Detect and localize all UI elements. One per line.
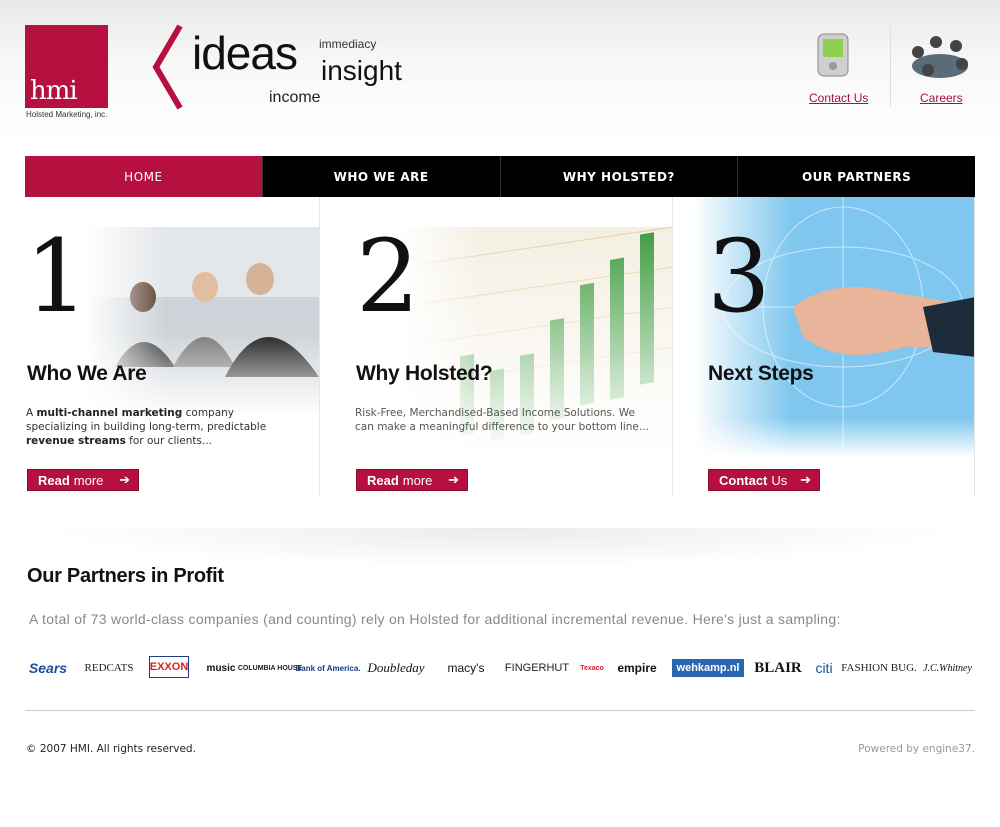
arrow-right-icon: ➔ xyxy=(448,472,459,487)
partner-logo-citi: citi xyxy=(815,660,833,676)
tagline-insight: insight xyxy=(321,55,402,86)
partner-logo-sears: Sears xyxy=(28,660,68,676)
feature-number: 3 xyxy=(707,218,771,335)
header-divider xyxy=(890,28,891,106)
partner-logo-columbia-house: COLUMBIA HOUSE xyxy=(237,664,303,672)
powered-by-link[interactable]: Powered by engine37. xyxy=(858,743,975,755)
partner-logo-blair: BLAIR xyxy=(754,659,802,676)
feature-description: Risk-Free, Merchandised-Based Income Sol… xyxy=(355,407,649,433)
logo-text: hmi xyxy=(30,76,78,106)
nav-our-partners[interactable]: OUR PARTNERS xyxy=(737,156,975,197)
main-nav: HOME WHO WE ARE WHY HOLSTED? OUR PARTNER… xyxy=(25,156,975,197)
chevron-left-icon xyxy=(152,24,183,110)
arrow-right-icon: ➔ xyxy=(800,472,811,487)
partner-logo-row: Sears REDCATS EXXON music COLUMBIA HOUSE… xyxy=(25,652,975,686)
tagline-immediacy: immediacy xyxy=(319,37,377,51)
partner-logo-texaco: Texaco xyxy=(580,664,604,672)
read-more-button[interactable]: Read more ➔ xyxy=(356,469,468,491)
careers-link[interactable]: Careers xyxy=(920,91,963,105)
contact-us-button[interactable]: Contact Us ➔ xyxy=(708,469,820,491)
contact-us-link[interactable]: Contact Us xyxy=(809,91,868,105)
feature-who-we-are: 1 Who We Are A multi-channel marketing c… xyxy=(25,197,319,497)
partner-logo-exxon: EXXON xyxy=(149,656,189,678)
partner-logo-macys: macy's xyxy=(447,661,485,675)
feature-number: 1 xyxy=(25,218,89,335)
arrow-right-icon: ➔ xyxy=(119,472,130,487)
nav-who-we-are[interactable]: WHO WE ARE xyxy=(261,156,500,197)
tagline-ideas: ideas xyxy=(192,27,298,79)
footer-divider xyxy=(25,710,975,711)
partner-logo-empire: empire xyxy=(617,661,657,675)
feature-title: Next Steps xyxy=(708,362,814,385)
feature-next-steps: 3 Next Steps Contact Us ➔ xyxy=(672,197,975,497)
business-meeting-image xyxy=(85,227,319,417)
section-shadow xyxy=(40,528,960,568)
careers-icon[interactable] xyxy=(906,32,974,84)
nav-why-holsted[interactable]: WHY HOLSTED? xyxy=(499,156,738,197)
nav-home[interactable]: HOME xyxy=(25,156,262,197)
company-name: Holsted Marketing, inc. xyxy=(26,110,108,119)
partner-logo-doubleday: Doubleday xyxy=(367,660,425,675)
partner-logo-bank-of-america: Bank of America. xyxy=(295,663,361,673)
feature-description: A multi-channel marketing company specia… xyxy=(26,407,267,447)
partners-title: Our Partners in Profit xyxy=(27,565,224,587)
partner-logo-fashion-bug: FASHION BUG. xyxy=(841,662,917,674)
copyright-text: © 2007 HMI. All rights reserved. xyxy=(26,743,196,755)
partner-logo-wehkamp: wehkamp.nl xyxy=(672,659,744,677)
feature-title: Why Holsted? xyxy=(356,362,493,385)
feature-number: 2 xyxy=(356,218,420,335)
partner-logo-redcats: REDCATS xyxy=(84,662,134,674)
partners-intro: A total of 73 world-class companies (and… xyxy=(29,611,841,627)
partner-logo-jc-whitney: J.C.Whitney xyxy=(923,662,972,674)
read-more-button[interactable]: Read more ➔ xyxy=(27,469,139,491)
tagline-income: income xyxy=(269,89,321,106)
partner-logo-music: music xyxy=(206,662,236,674)
feature-title: Who We Are xyxy=(27,362,147,385)
partner-logo-fingerhut: FINGERHUT xyxy=(504,662,570,674)
hmi-logo[interactable]: hmi xyxy=(25,25,108,108)
feature-why-holsted: 2 Why Holsted? Risk-Free, Merchandised-B… xyxy=(319,197,672,497)
phone-icon[interactable] xyxy=(812,30,856,82)
